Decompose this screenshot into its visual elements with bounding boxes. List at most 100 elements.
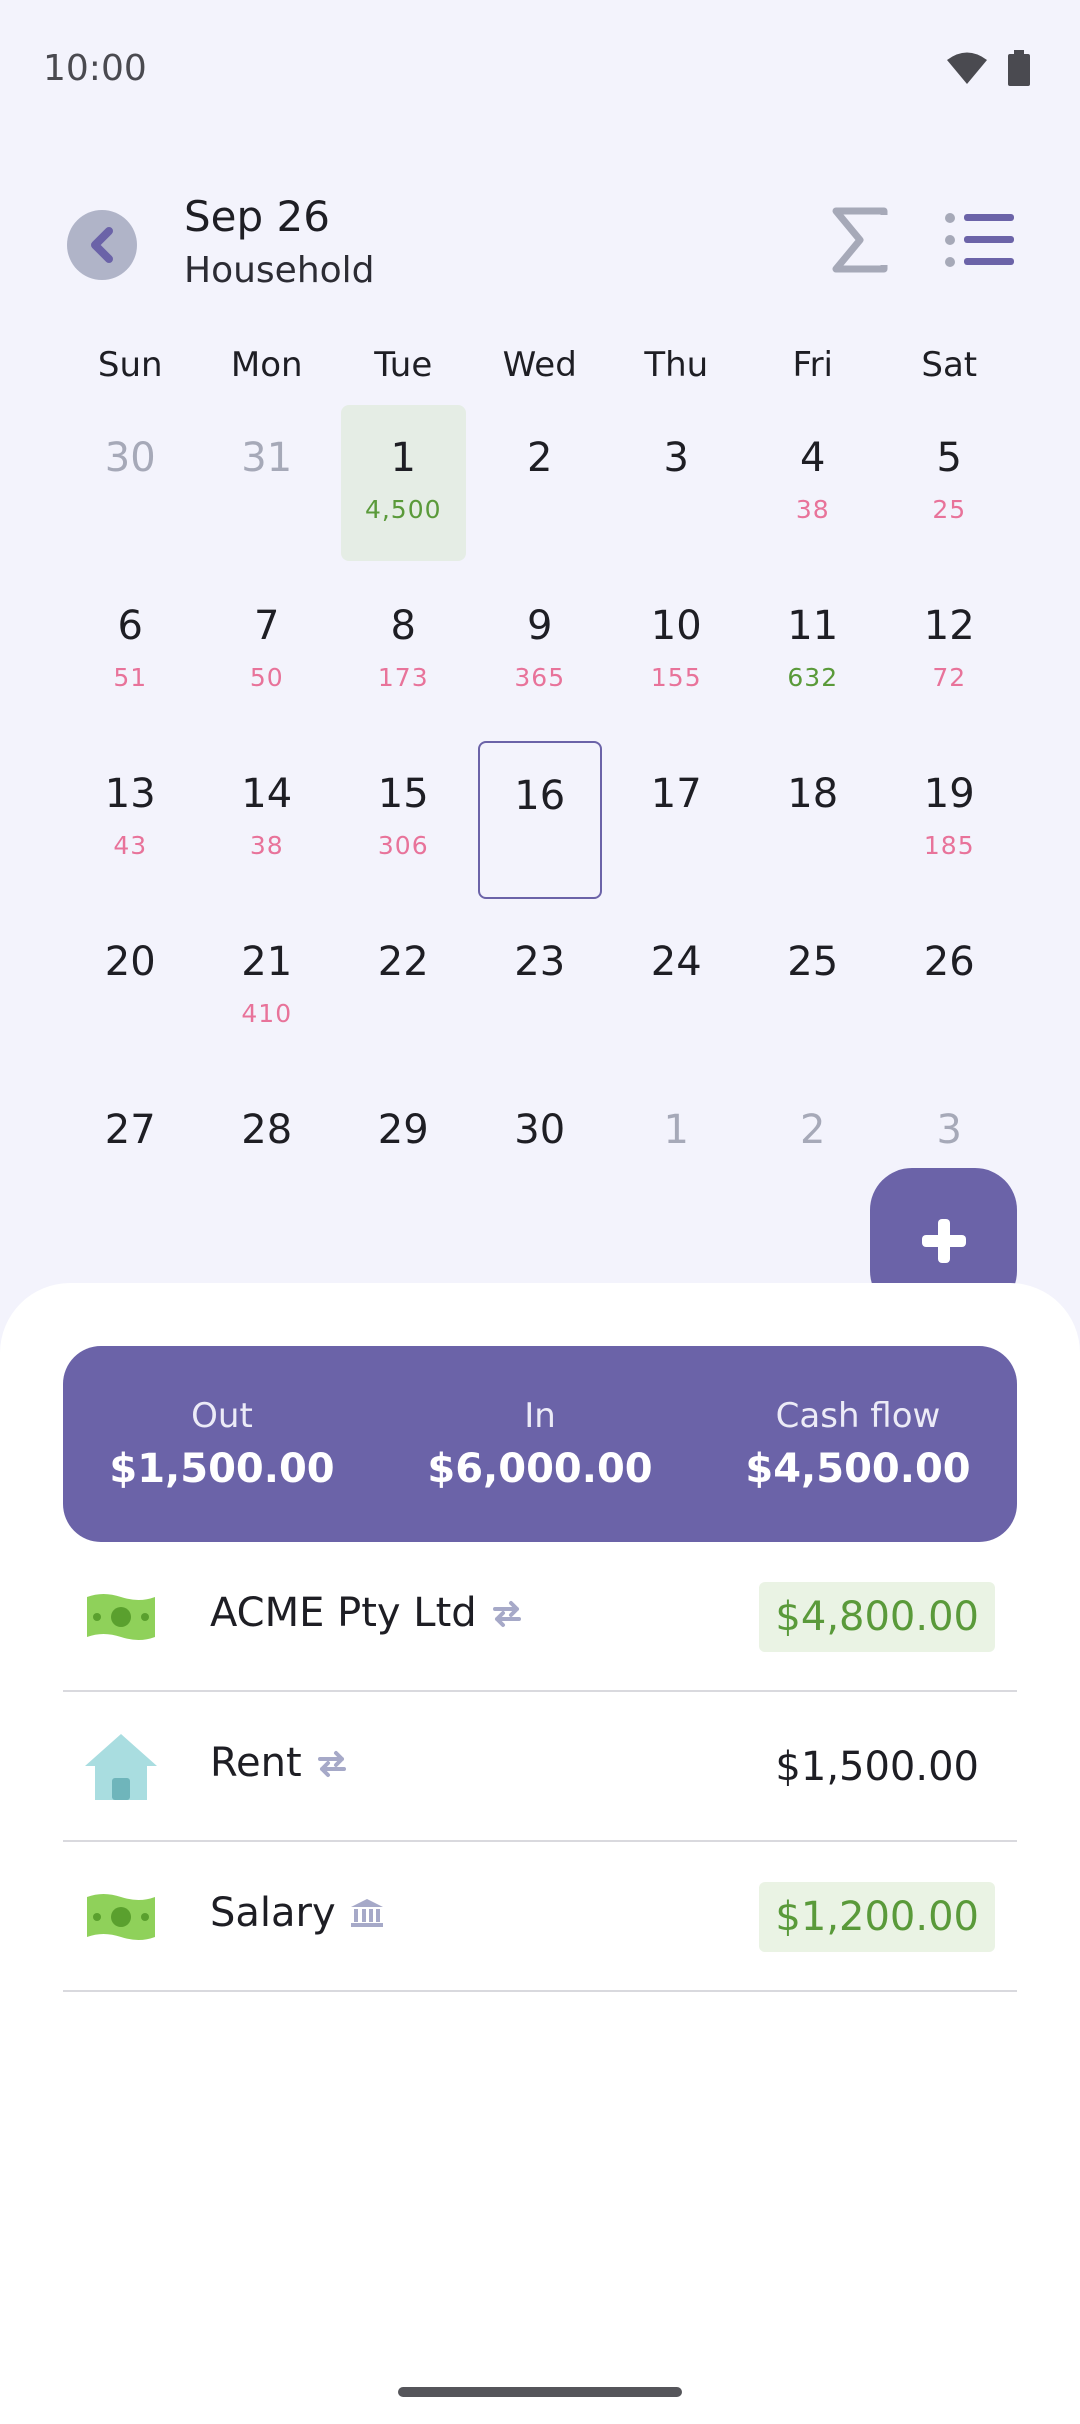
calendar-day[interactable]: 19 185 (881, 741, 1018, 897)
day-amount: 632 (787, 663, 839, 692)
status-icons (946, 50, 1030, 86)
summary-out: Out $1,500.00 (72, 1396, 372, 1492)
list-icon (945, 213, 1014, 267)
calendar-day[interactable]: 7 50 (199, 573, 336, 729)
weekday-label: Wed (502, 345, 577, 385)
calendar-day[interactable]: 9 365 (472, 573, 609, 729)
calendar-day[interactable]: 21 410 (199, 909, 336, 1065)
calendar-day[interactable]: 2 (745, 1077, 882, 1233)
transaction-row[interactable]: Salary $1,200.00 (63, 1842, 1017, 1992)
transaction-list: ACME Pty Ltd $4,800.00 Rent $1,500.00 Sa… (63, 1542, 1017, 1992)
day-amount: 51 (113, 663, 148, 692)
calendar-day[interactable]: 20 (62, 909, 199, 1065)
calendar-day[interactable]: 2 (472, 405, 609, 561)
page-title: Sep 26 (184, 192, 330, 241)
chevron-left-icon (91, 227, 113, 263)
calendar-day[interactable]: 1 4,500 (341, 405, 466, 561)
day-number: 10 (650, 603, 702, 649)
calendar-day[interactable]: 5 25 (881, 405, 1018, 561)
day-amount: 173 (377, 663, 429, 692)
money-icon (83, 1882, 159, 1952)
calendar-day[interactable]: 28 (199, 1077, 336, 1233)
calendar-day[interactable]: 26 (881, 909, 1018, 1065)
transaction-row[interactable]: ACME Pty Ltd $4,800.00 (63, 1542, 1017, 1692)
calendar-day[interactable]: 15 306 (335, 741, 472, 897)
calendar-day[interactable]: 13 43 (62, 741, 199, 897)
calendar-day[interactable]: 8 173 (335, 573, 472, 729)
day-number: 2 (527, 435, 553, 481)
wifi-icon (947, 52, 987, 84)
day-number: 1 (663, 1107, 689, 1153)
day-number: 14 (241, 771, 293, 817)
calendar-day[interactable]: 24 (608, 909, 745, 1065)
summary-in-label: In (524, 1396, 556, 1436)
calendar-day[interactable]: 30 (472, 1077, 609, 1233)
calendar-day[interactable]: 14 38 (199, 741, 336, 897)
day-number: 2 (800, 1107, 826, 1153)
calendar-day[interactable]: 18 (745, 741, 882, 897)
transaction-name: ACME Pty Ltd (210, 1590, 477, 1636)
day-number: 6 (117, 603, 143, 649)
transaction-name-group: Salary (210, 1890, 384, 1936)
calendar-day[interactable]: 3 (608, 405, 745, 561)
calendar-day[interactable]: 29 (335, 1077, 472, 1233)
calendar-day[interactable]: 31 (199, 405, 336, 561)
calendar-day[interactable]: 11 632 (745, 573, 882, 729)
day-amount: 43 (113, 831, 148, 860)
calendar-day[interactable]: 22 (335, 909, 472, 1065)
calendar-week: 30 31 1 4,500 2 3 4 38 5 25 (62, 405, 1018, 573)
sigma-icon (832, 207, 888, 273)
day-number: 27 (104, 1107, 156, 1153)
day-number: 17 (650, 771, 702, 817)
calendar-day[interactable]: 6 51 (62, 573, 199, 729)
summary-button[interactable] (825, 200, 895, 280)
day-number: 28 (241, 1107, 293, 1153)
calendar-week: 6 51 7 50 8 173 9 365 10 155 11 632 12 72 (62, 573, 1018, 741)
day-amount: 410 (241, 999, 293, 1028)
transaction-amount: $4,800.00 (759, 1582, 995, 1652)
money-icon (83, 1582, 159, 1652)
calendar-day[interactable]: 10 155 (608, 573, 745, 729)
day-amount: 4,500 (364, 495, 442, 524)
cashflow-summary-card: Out $1,500.00 In $6,000.00 Cash flow $4,… (63, 1346, 1017, 1542)
day-number: 3 (663, 435, 689, 481)
calendar-day[interactable]: 23 (472, 909, 609, 1065)
day-number: 9 (527, 603, 553, 649)
back-button[interactable] (67, 210, 137, 280)
summary-out-value: $1,500.00 (109, 1446, 335, 1492)
home-indicator[interactable] (398, 2387, 682, 2397)
calendar-day[interactable]: 12 72 (881, 573, 1018, 729)
summary-cashflow: Cash flow $4,500.00 (708, 1396, 1008, 1492)
day-number: 1 (390, 435, 416, 481)
list-view-button[interactable] (940, 205, 1020, 275)
calendar-day[interactable]: 25 (745, 909, 882, 1065)
plus-icon (921, 1218, 966, 1263)
calendar-day[interactable]: 4 38 (745, 405, 882, 561)
status-time: 10:00 (43, 48, 147, 89)
repeat-icon (491, 1598, 523, 1628)
summary-in-value: $6,000.00 (427, 1446, 653, 1492)
summary-in: In $6,000.00 (390, 1396, 690, 1492)
transaction-name-group: ACME Pty Ltd (210, 1590, 523, 1636)
transaction-row[interactable]: Rent $1,500.00 (63, 1692, 1017, 1842)
day-number: 24 (650, 939, 702, 985)
day-number: 18 (787, 771, 839, 817)
day-number: 29 (377, 1107, 429, 1153)
transaction-name-group: Rent (210, 1740, 348, 1786)
weekday-header: Sun Mon Tue Wed Thu Fri Sat (62, 345, 1080, 385)
calendar-day[interactable]: 27 (62, 1077, 199, 1233)
summary-out-label: Out (191, 1396, 253, 1436)
calendar-day-selected[interactable]: 16 (477, 741, 602, 899)
day-number: 22 (377, 939, 429, 985)
weekday-label: Tue (374, 345, 433, 385)
transaction-amount: $1,500.00 (775, 1744, 979, 1790)
day-number: 12 (923, 603, 975, 649)
day-amount: 38 (795, 495, 830, 524)
calendar-day[interactable]: 1 (608, 1077, 745, 1233)
weekday-label: Fri (792, 345, 833, 385)
calendar-day[interactable]: 17 (608, 741, 745, 897)
weekday-label: Thu (644, 345, 709, 385)
day-amount: 306 (377, 831, 429, 860)
house-icon (83, 1732, 159, 1802)
calendar-day[interactable]: 30 (62, 405, 199, 561)
